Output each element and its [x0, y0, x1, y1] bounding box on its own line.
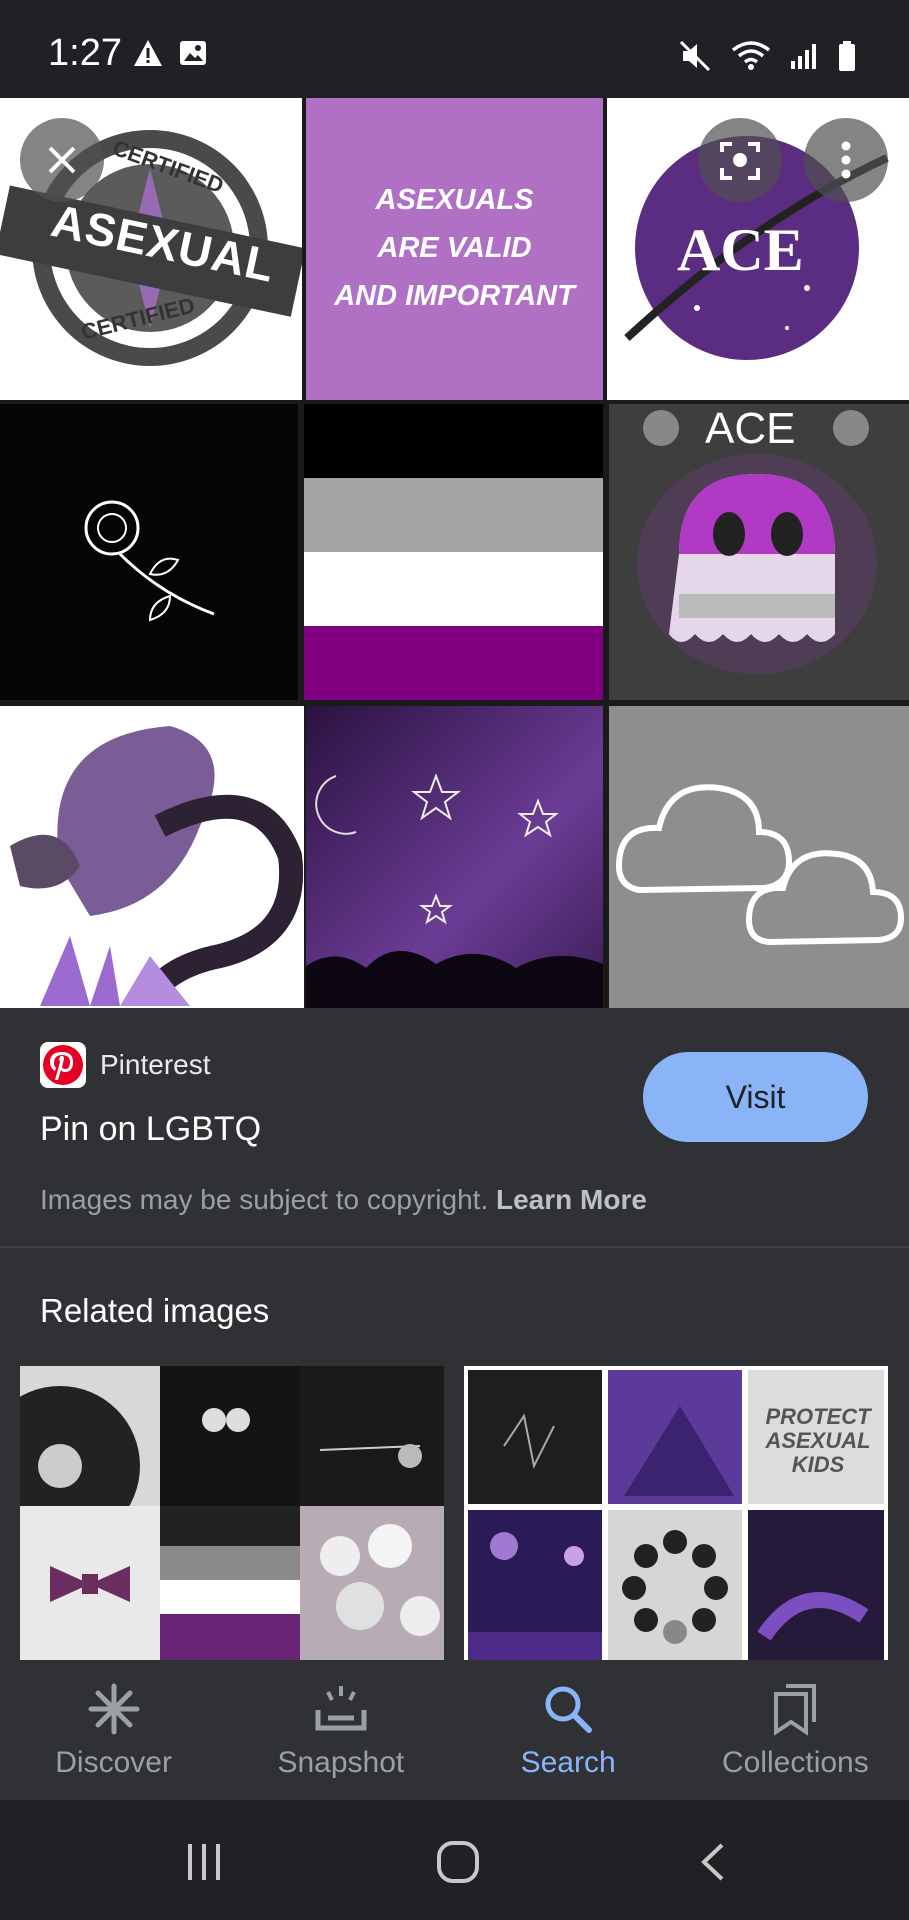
nav-discover[interactable]: Discover: [0, 1660, 227, 1800]
wifi-icon: [731, 41, 771, 70]
ace-logo-text: ACE: [677, 217, 804, 283]
source-row[interactable]: Pinterest: [40, 1042, 211, 1088]
result-info-panel: Pinterest Pin on LGBTQ Visit Images may …: [0, 1008, 909, 1246]
snapshot-icon: [315, 1686, 367, 1731]
tile-neon-clouds: [609, 706, 909, 1008]
close-icon: [48, 146, 76, 174]
nav-collections[interactable]: Collections: [682, 1660, 909, 1800]
mute-icon: [679, 40, 711, 72]
nav-snapshot[interactable]: Snapshot: [227, 1660, 454, 1800]
status-bar: 1:27: [0, 0, 909, 98]
status-notification-icons: [132, 38, 208, 68]
protect-text-line-3: KIDS: [791, 1452, 845, 1477]
nav-snapshot-label: Snapshot: [277, 1746, 405, 1779]
search-icon: [545, 1686, 593, 1733]
ghost-title-text: ACE: [705, 404, 796, 453]
protect-text-line-1: PROTECT: [765, 1404, 871, 1429]
lens-icon: [720, 142, 760, 180]
more-options-button[interactable]: [804, 118, 888, 202]
close-button[interactable]: [20, 118, 104, 202]
related-image-2[interactable]: PROTECT ASEXUAL KIDS: [464, 1366, 888, 1666]
tile-galaxy: [306, 706, 603, 1008]
valid-line-1: ASEXUALS: [375, 184, 534, 216]
system-nav-bar: [0, 1800, 909, 1920]
tile-asexuals-valid: ASEXUALS ARE VALID AND IMPORTANT: [306, 98, 603, 400]
back-icon[interactable]: [698, 1842, 728, 1882]
tile-rose: [0, 404, 298, 700]
status-time: 1:27: [48, 32, 122, 74]
nav-search-label: Search: [520, 1746, 616, 1779]
main-image[interactable]: CERTIFIED ASEXUAL CERTIFIED ASEXUALS ARE…: [0, 98, 909, 1008]
protect-text-line-2: ASEXUAL: [765, 1428, 871, 1453]
tile-ace-ghost: ACE: [609, 404, 909, 700]
collections-icon: [774, 1684, 817, 1736]
valid-line-3: AND IMPORTANT: [334, 280, 575, 312]
related-images-title: Related images: [40, 1292, 270, 1329]
pinterest-logo-icon: [40, 1042, 86, 1088]
recent-apps-icon[interactable]: [184, 1842, 224, 1882]
bottom-nav: Discover Snapshot Search Collections: [0, 1660, 909, 1800]
copyright-text: Images may be subject to copyright.: [40, 1184, 489, 1215]
related-images-section: Related images PROTECT ASEXUAL KIDS: [0, 1246, 909, 1668]
tile-dragon: [0, 706, 304, 1008]
warning-icon: [134, 40, 162, 66]
nav-search[interactable]: Search: [455, 1660, 682, 1800]
asterisk-icon: [88, 1683, 140, 1735]
nav-collections-label: Collections: [722, 1746, 869, 1779]
status-system-icons: [679, 40, 857, 72]
tile-ace-flag: [304, 404, 603, 700]
nav-discover-label: Discover: [55, 1746, 172, 1779]
battery-icon: [839, 41, 855, 71]
image-icon: [180, 41, 206, 65]
home-icon[interactable]: [436, 1840, 480, 1884]
more-vert-icon: [841, 141, 851, 179]
lens-button[interactable]: [698, 118, 782, 202]
visit-button[interactable]: Visit: [643, 1052, 868, 1142]
result-title[interactable]: Pin on LGBTQ: [40, 1110, 261, 1149]
source-name[interactable]: Pinterest: [100, 1049, 211, 1081]
learn-more-link[interactable]: Learn More: [496, 1184, 647, 1215]
valid-line-2: ARE VALID: [377, 232, 532, 264]
related-image-1[interactable]: [20, 1366, 444, 1666]
signal-icon: [791, 44, 816, 69]
copyright-notice: Images may be subject to copyright. Lear…: [40, 1184, 647, 1216]
